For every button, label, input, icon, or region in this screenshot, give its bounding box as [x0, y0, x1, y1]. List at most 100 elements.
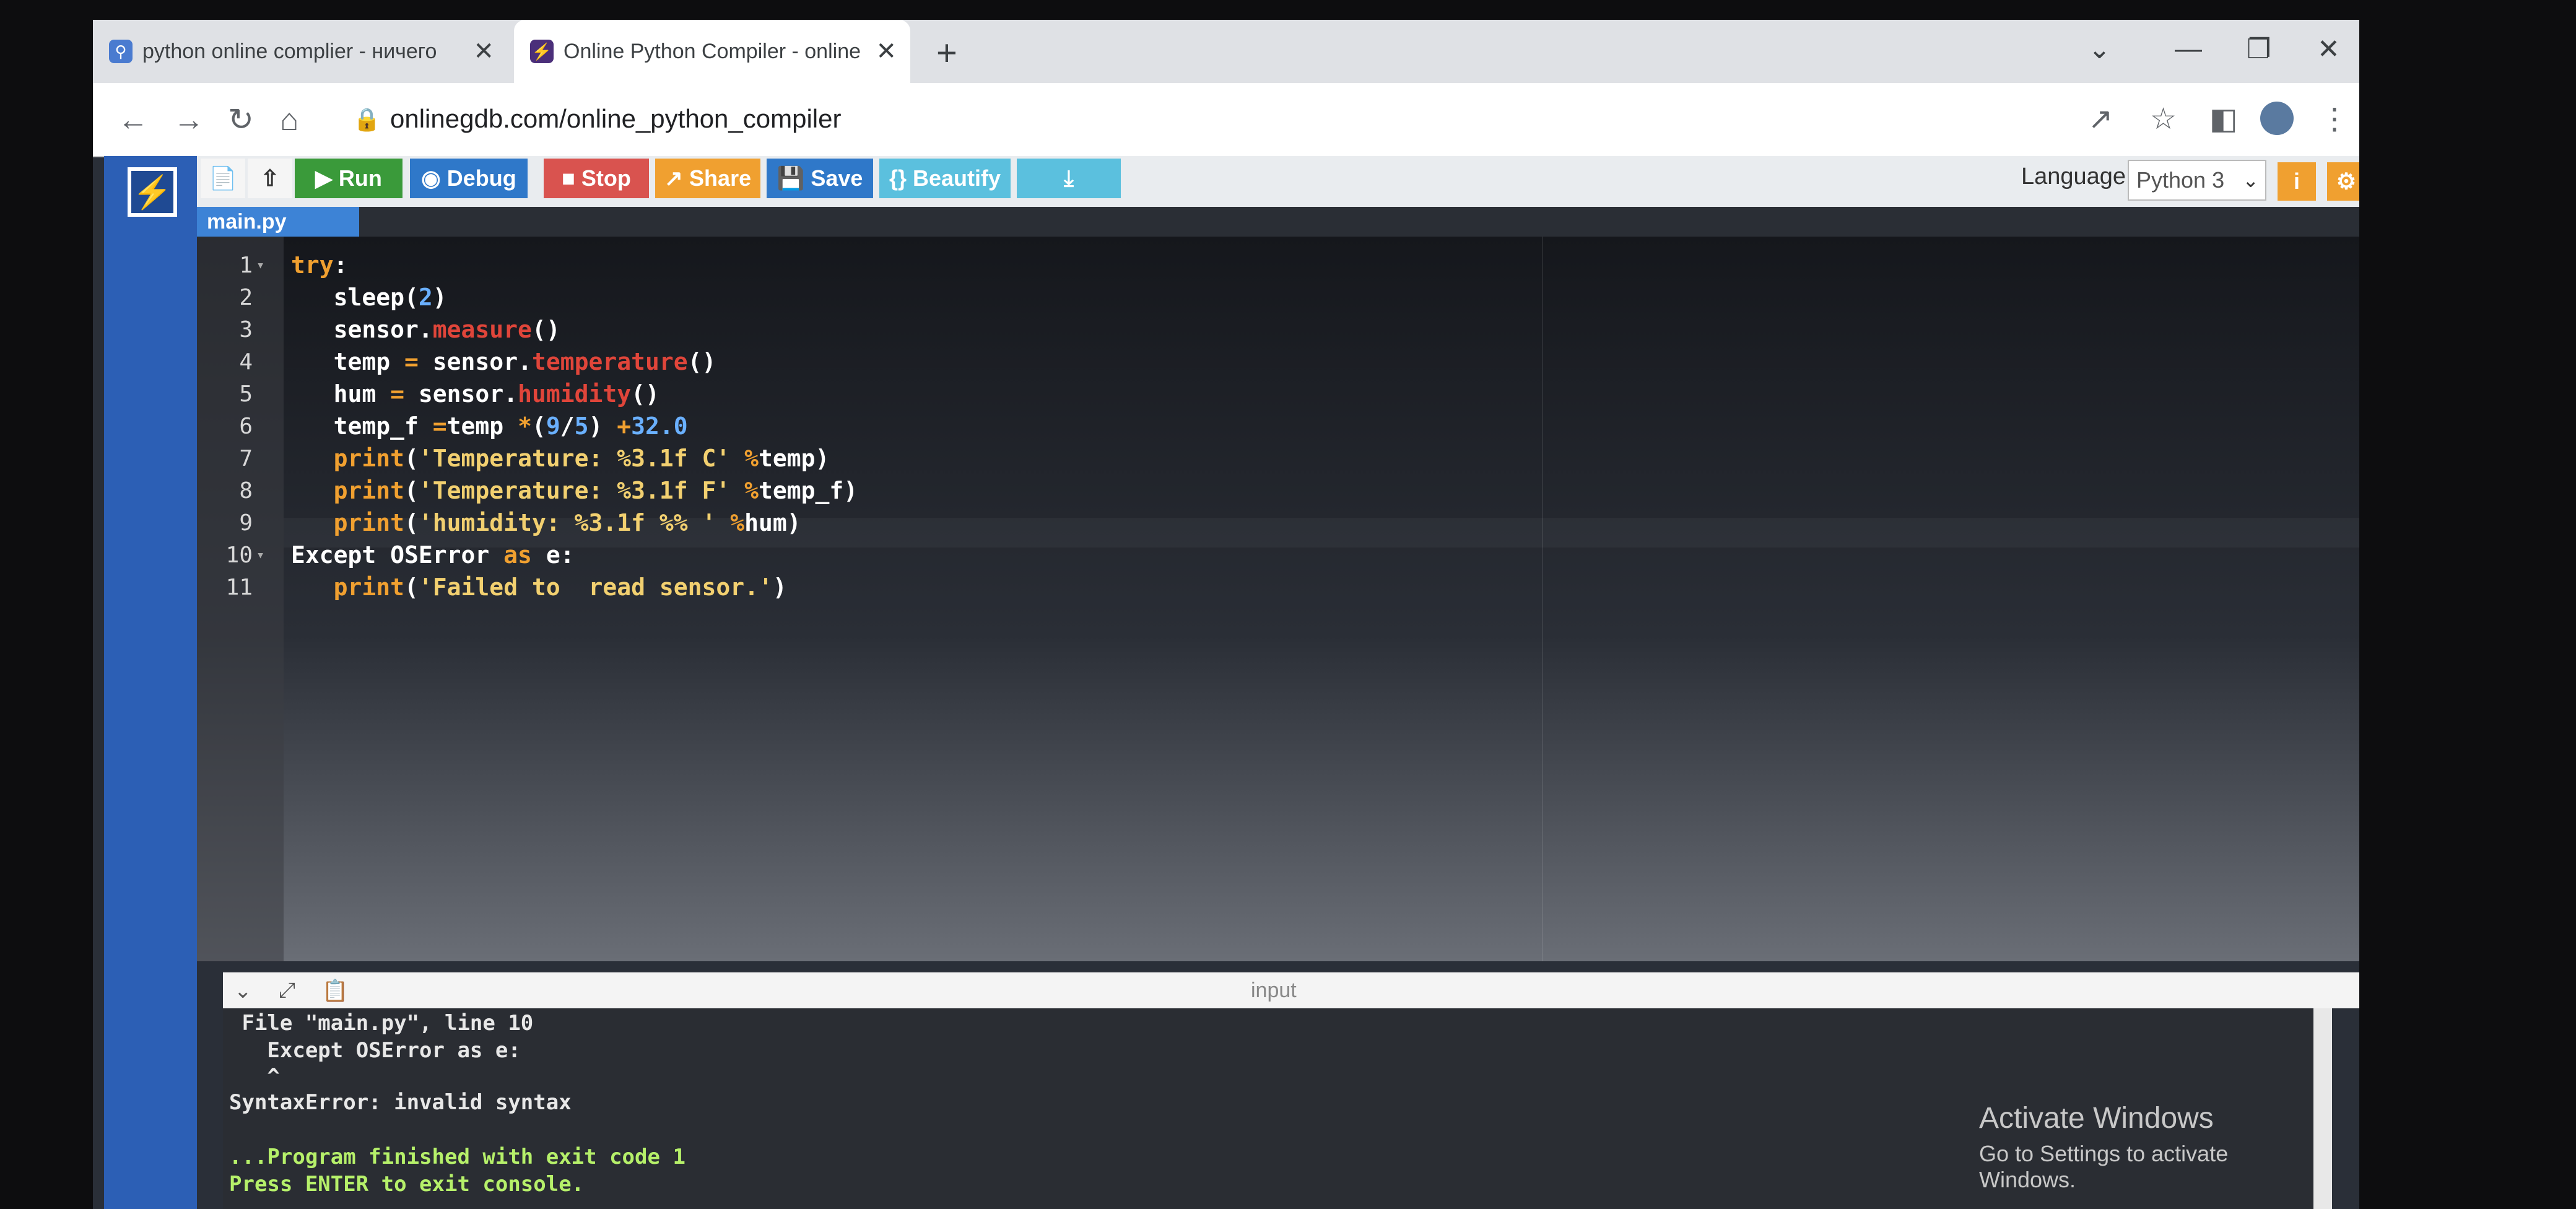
- url-field[interactable]: onlinegdb.com/online_python_compiler: [390, 104, 841, 134]
- stop-icon: ■: [562, 165, 575, 191]
- console-title: input: [1251, 979, 1297, 1002]
- download-icon: ⤓: [1064, 165, 1074, 191]
- line-number: 11: [225, 575, 253, 600]
- activate-windows-title: Activate Windows: [1979, 1102, 2214, 1135]
- code-line: print('Failed to read sensor.'): [333, 574, 787, 601]
- tab-search-chevron-icon[interactable]: ⌄: [2088, 33, 2111, 65]
- console-line: File "main.py", line 10: [229, 1011, 534, 1036]
- line-number: 2: [239, 285, 253, 310]
- stop-button[interactable]: ■ Stop: [544, 159, 649, 198]
- expand-icon[interactable]: ⤢: [279, 979, 295, 1003]
- close-icon[interactable]: ✕: [473, 37, 494, 66]
- browser-window: ⚲ python online complier - ничего ✕ ⚡ On…: [93, 20, 2359, 1209]
- floppy-disk-icon: 💾: [777, 165, 805, 191]
- line-number: 5: [239, 382, 253, 407]
- language-value: Python 3: [2136, 167, 2225, 193]
- debug-button[interactable]: ◉ Debug: [410, 159, 528, 198]
- language-select[interactable]: Python 3 ⌄: [2128, 160, 2266, 201]
- toolbar: 📄 ⇧ ▶ Run ◉ Debug ■ Stop ↗ Share 💾 Save: [197, 156, 2359, 207]
- beautify-button[interactable]: {} Beautify: [879, 159, 1011, 198]
- kebab-menu-icon[interactable]: ⋮: [2320, 102, 2349, 136]
- back-icon[interactable]: ←: [118, 102, 149, 137]
- gear-icon[interactable]: ⚙: [2327, 162, 2359, 201]
- line-number: 9: [239, 510, 253, 536]
- address-bar: ← → ↻ ⌂ 🔒 onlinegdb.com/online_python_co…: [93, 83, 2359, 157]
- code-line: Except OSError as e:: [291, 541, 575, 569]
- onlinegdb-bolt-icon: ⚡: [530, 40, 554, 63]
- line-number: 7: [239, 446, 253, 471]
- debug-label: Debug: [446, 165, 516, 191]
- upload-file-icon[interactable]: ⇧: [248, 159, 292, 198]
- run-label: Run: [338, 165, 382, 191]
- code-editor[interactable]: 1 2 3 4 5 6 7 8 9 10 11 ▾ ▾ try: sleep(2…: [197, 237, 2359, 961]
- left-rail: ⚡: [104, 156, 197, 1209]
- run-button[interactable]: ▶ Run: [295, 159, 402, 198]
- tab-onlinegdb[interactable]: ⚡ Online Python Compiler - online ✕: [514, 20, 910, 83]
- info-icon[interactable]: i: [2278, 162, 2316, 201]
- code-line: print('Temperature: %3.1f F' %temp_f): [333, 477, 858, 504]
- share-label: Share: [689, 165, 752, 191]
- console-line: SyntaxError: invalid syntax: [229, 1090, 572, 1115]
- play-icon: ▶: [315, 165, 333, 191]
- debug-icon: ◉: [421, 165, 441, 191]
- code-line: sleep(2): [291, 284, 447, 311]
- save-button[interactable]: 💾 Save: [767, 159, 873, 198]
- chevron-down-icon[interactable]: ⌄: [234, 979, 252, 1003]
- fold-arrow-icon[interactable]: ▾: [256, 548, 264, 563]
- fold-arrow-icon[interactable]: ▾: [256, 258, 264, 273]
- file-tab-bar: main.py: [197, 207, 2359, 237]
- home-icon[interactable]: ⌂: [280, 102, 298, 137]
- console-line: Press ENTER to exit console.: [229, 1172, 585, 1197]
- onlinegdb-app: ⚡ 📄 ⇧ ▶ Run ◉ Debug ■ Stop ↗ Share 💾 Sav…: [93, 156, 2359, 1209]
- beautify-label: {} Beautify: [889, 165, 1001, 191]
- close-icon[interactable]: ✕: [876, 37, 897, 66]
- share-button[interactable]: ↗ Share: [655, 159, 760, 198]
- avatar[interactable]: [2260, 102, 2294, 135]
- tab-search[interactable]: ⚲ python online complier - ничего ✕: [93, 20, 508, 83]
- console-scrollbar[interactable]: [2313, 1008, 2332, 1209]
- line-number: 4: [239, 349, 253, 375]
- line-number: 3: [239, 317, 253, 343]
- code-line: hum = sensor.humidity(): [291, 380, 659, 408]
- code-line: try:: [291, 251, 348, 279]
- close-window-icon[interactable]: ✕: [2317, 33, 2340, 65]
- bookmark-star-icon[interactable]: ☆: [2150, 102, 2177, 136]
- code-line: print('humidity: %3.1f %% ' %hum): [333, 509, 801, 536]
- stop-label: Stop: [581, 165, 631, 191]
- print-margin: [1542, 237, 1543, 961]
- code-line: print('Temperature: %3.1f C' %temp): [333, 445, 830, 472]
- copy-icon[interactable]: 📋: [322, 979, 348, 1003]
- restore-icon[interactable]: ❐: [2247, 33, 2271, 65]
- line-number: 6: [239, 414, 253, 439]
- chevron-down-icon: ⌄: [2242, 169, 2259, 191]
- minimize-icon[interactable]: —: [2175, 33, 2202, 64]
- code-line: temp_f =temp *(9/5) +32.0: [291, 412, 688, 440]
- language-label: Language: [2021, 164, 2126, 190]
- tab-title: python online complier - ничего: [142, 39, 437, 63]
- console-output[interactable]: File "main.py", line 10 Except OSError a…: [223, 1008, 2313, 1209]
- console-line: ...Program finished with exit code 1: [229, 1145, 685, 1169]
- console-line: ^: [229, 1064, 280, 1089]
- share-icon: ↗: [664, 165, 684, 191]
- console-header: ⌄ ⤢ 📋 input: [223, 972, 2359, 1008]
- onlinegdb-logo-icon[interactable]: ⚡: [128, 167, 177, 217]
- download-button[interactable]: ⤓: [1017, 159, 1121, 198]
- share-page-icon[interactable]: ↗: [2088, 102, 2113, 136]
- line-number: 8: [239, 478, 253, 504]
- lock-icon: 🔒: [353, 107, 381, 132]
- save-label: Save: [811, 165, 863, 191]
- console-line: Except OSError as e:: [229, 1038, 521, 1063]
- tab-title: Online Python Compiler - online: [564, 39, 861, 63]
- forward-icon[interactable]: →: [173, 102, 204, 137]
- line-number: 10: [225, 543, 253, 568]
- file-tab-main-py[interactable]: main.py: [197, 207, 359, 237]
- activate-windows-subtitle: Go to Settings to activate Windows.: [1979, 1141, 2229, 1192]
- line-number: 1: [239, 253, 253, 278]
- tab-bar: ⚲ python online complier - ничего ✕ ⚡ On…: [93, 20, 2359, 83]
- reload-icon[interactable]: ↻: [228, 102, 254, 137]
- side-panel-icon[interactable]: ◧: [2209, 102, 2237, 136]
- new-tab-icon[interactable]: +: [936, 32, 957, 74]
- code-line: sensor.measure(): [291, 316, 560, 343]
- code-line: temp = sensor.temperature(): [291, 348, 716, 375]
- new-file-icon[interactable]: 📄: [201, 159, 245, 198]
